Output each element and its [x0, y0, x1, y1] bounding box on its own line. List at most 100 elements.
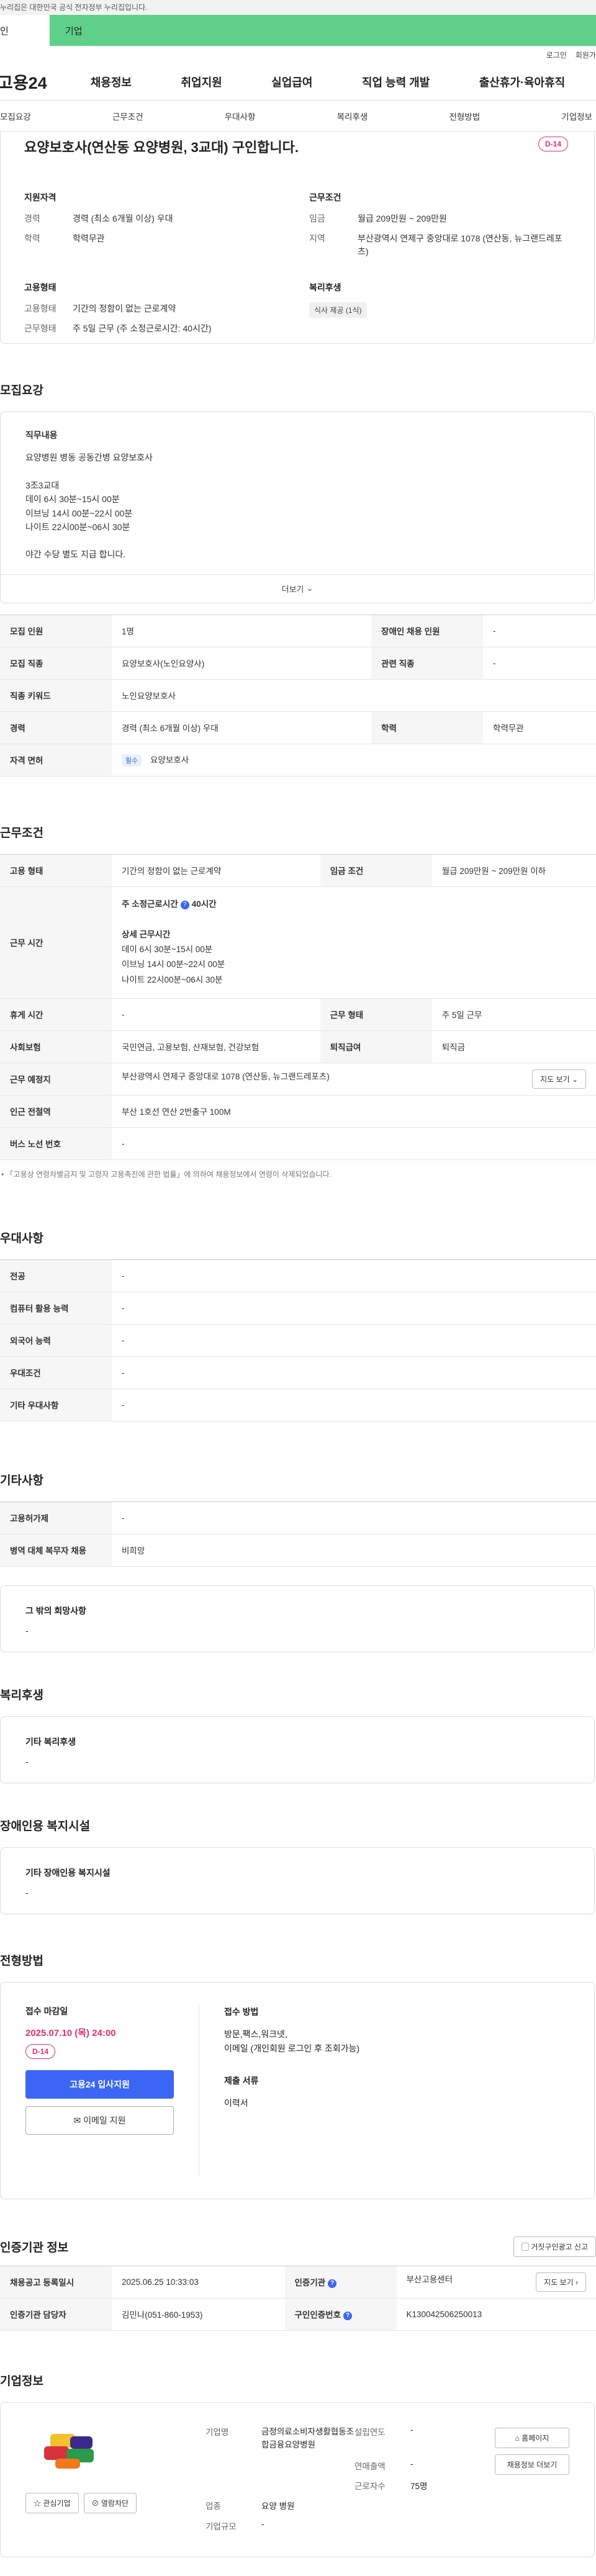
required-tag: 필수	[122, 754, 142, 767]
section-nav-apply[interactable]: 전형방법	[449, 110, 480, 122]
company-value: -	[261, 2519, 264, 2529]
more-jobs-button[interactable]: 채용정보 더보기	[495, 2454, 569, 2475]
table-row: 자격 면허 필수 요양보호사	[0, 744, 596, 777]
gnb-item-unemployment[interactable]: 실업급여	[271, 74, 312, 90]
tab-corporate[interactable]: 기업	[50, 15, 596, 46]
company-value: 요양 병원	[261, 2502, 295, 2511]
cond-value: 부산 1호선 연산 2번출구 100M	[112, 1095, 596, 1128]
more-button[interactable]: 더보기 ⌄	[1, 574, 594, 603]
map-button-label: 지도 보기	[540, 1074, 570, 1084]
deadline-value: 2025.07.10 (목) 24:00	[25, 2027, 116, 2038]
login-link[interactable]: 로그인	[546, 50, 567, 60]
cert-value: K130042506250013	[396, 2298, 596, 2331]
gnb-item-leave[interactable]: 출산휴가·육아휴직	[479, 74, 565, 90]
home-icon: ⌂	[515, 2433, 520, 2443]
etc-table: 고용허가제 - 병역 대체 복무자 채용 비희망	[0, 1501, 596, 1567]
welfare-tag: 식사 제공 (1식)	[309, 302, 367, 318]
table-row: 근무 시간 주 소정근로시간? 40시간 상세 근무시간 데이 6시 30분~15…	[0, 886, 596, 999]
mail-icon: ✉	[73, 2115, 81, 2125]
recruit-key: 관련 직종	[371, 647, 484, 680]
job-title: 요양보호사(연산동 요양병원, 3교대) 구인합니다.	[24, 140, 299, 155]
tab-corporate-label: 기업	[65, 25, 83, 37]
method-line: 방문,팩스,워크넷,	[224, 2029, 287, 2040]
weekly-hours-value: 40시간	[191, 899, 217, 909]
detail-hours-line: 나이트 22시00분~06시 30분	[122, 975, 223, 984]
cert-agency-cell: 지도 보기 › 부산고용센터	[396, 2265, 596, 2299]
recruit-value: 요양보호사(노인요양사)	[112, 647, 372, 680]
map-button[interactable]: 지도 보기 ⌄	[532, 1069, 586, 1089]
emp-value: 주 5일 근무 (주 소정근로시간: 40시간)	[73, 323, 212, 334]
info-icon[interactable]: ?	[328, 2279, 337, 2288]
table-row: 휴게 시간 - 근무 형태 주 5일 근무	[0, 998, 596, 1031]
duty-card: 직무내용 요양병원 병동 공동간병 요양보호사 3조3교대 데이 6시 30분~…	[0, 412, 595, 603]
cond-key: 사회보험	[0, 1030, 112, 1063]
company-info-grid: 기업명 금정의료소비자생활협동조합금융요양병원 설립연도 - 연매출액 - 근로…	[205, 2425, 485, 2532]
table-row: 병역 대체 복무자 채용 비희망	[0, 1534, 596, 1567]
agency-map-button[interactable]: 지도 보기 ›	[536, 2272, 586, 2292]
emp-value: 기간의 정함이 없는 근로계약	[73, 303, 176, 313]
homepage-button[interactable]: ⌂ 홈페이지	[495, 2427, 569, 2448]
section-nav-welfare[interactable]: 복리후생	[337, 110, 368, 122]
table-row: 모집 인원 1명 장애인 채용 인원 -	[0, 614, 596, 647]
cond-key: 근무 형태	[320, 998, 432, 1031]
cond-key: 휴게 시간	[0, 998, 112, 1031]
tab-personal[interactable]: 인	[0, 15, 50, 46]
cert-agency-value: 부산고용센터	[406, 2274, 453, 2284]
company-key: 기업규모	[205, 2521, 237, 2531]
interest-company-button[interactable]: ☆ 관심기업	[25, 2492, 79, 2513]
cond-key: 버스 노선 번호	[0, 1127, 112, 1160]
block-company-button[interactable]: ⊘ 열람차단	[83, 2492, 137, 2513]
detail-hours-line: 데이 6시 30분~15시 00분	[122, 945, 213, 955]
signup-link[interactable]: 회원가	[576, 50, 596, 60]
duty-line: 야간 수당 별도 지급 합니다.	[25, 549, 126, 560]
recruit-key: 장애인 채용 인원	[371, 614, 484, 647]
disabled-box-value: -	[25, 1887, 29, 1898]
block-icon: ⊘	[91, 2498, 99, 2508]
etc-wish-title: 그 밖의 희망사항	[25, 1605, 86, 1616]
duty-line: 나이트 22시00분~06시 30분	[25, 521, 130, 532]
chevron-down-icon: ⌄	[306, 583, 314, 593]
duty-line: 데이 6시 30분~15시 00분	[25, 494, 120, 505]
prefer-key: 기타 우대사항	[0, 1389, 112, 1421]
section-nav: 모집요강 근무조건 우대사항 복리후생 전형방법 기업정보	[0, 101, 596, 132]
email-apply-button[interactable]: ✉ 이메일 지원	[25, 2105, 174, 2135]
cert-table: 채용공고 등록일시 2025.06.25 10:33:03 인증기관? 지도 보…	[0, 2265, 596, 2331]
cert-jobno-label: 구인인증번호	[294, 2310, 341, 2320]
section-nav-recruit[interactable]: 모집요강	[0, 110, 31, 122]
online-apply-button[interactable]: 고용24 입사지원	[25, 2069, 174, 2099]
welfare-box-value: -	[25, 1756, 29, 1767]
table-row: 직종 키워드 노인요양보호사	[0, 679, 596, 712]
age-notice-text: 「고용상 연령차별금지 및 고령자 고용촉진에 관한 법률」에 의하여 채용정보…	[6, 1169, 332, 1179]
etc-value: -	[112, 1501, 596, 1534]
info-icon[interactable]: ?	[180, 900, 189, 909]
table-row: 모집 직종 요양보호사(노인요양사) 관련 직종 -	[0, 647, 596, 680]
section-nav-company[interactable]: 기업정보	[561, 110, 592, 122]
gnb-item-training[interactable]: 직업 능력 개발	[362, 74, 430, 90]
section-title-etc: 기타사항	[0, 1474, 43, 1487]
section-nav-conditions[interactable]: 근무조건	[112, 110, 143, 122]
site-logo[interactable]: 고용24	[0, 70, 72, 94]
document-icon: ▢	[521, 2242, 529, 2251]
gov-notice-text: 누리집은 대한민국 공식 전자정부 누리집입니다.	[0, 3, 148, 12]
work-key: 임금	[309, 214, 325, 223]
company-key: 연매출액	[354, 2462, 386, 2472]
emp-key: 고용형태	[24, 303, 56, 313]
table-row: 근무 예정지 지도 보기 ⌄ 부산광역시 연제구 중앙대로 1078 (연산동,…	[0, 1063, 596, 1096]
gnb-item-support[interactable]: 취업지원	[181, 74, 222, 90]
table-row: 고용 형태 기간의 정함이 없는 근로계약 임금 조건 월급 209만원 ~ 2…	[0, 853, 596, 887]
info-icon[interactable]: ?	[343, 2311, 353, 2320]
homepage-label: 홈페이지	[522, 2433, 549, 2443]
email-apply-label: 이메일 지원	[83, 2115, 126, 2125]
docs-value: 이력서	[224, 2098, 248, 2109]
chevron-down-icon: ⌄	[571, 1074, 578, 1084]
report-button[interactable]: ▢ 거짓구인광고 신고	[513, 2236, 596, 2257]
duty-line: 이브닝 14시 00분~22시 00분	[25, 508, 133, 518]
company-key: 업종	[205, 2502, 221, 2511]
summary-qual-title: 지원자격	[24, 192, 56, 202]
cert-header: 인증기관 정보 ▢ 거짓구인광고 신고	[0, 2236, 596, 2257]
prefer-key: 컴퓨터 활용 능력	[0, 1292, 112, 1325]
gnb-item-jobs[interactable]: 채용정보	[91, 74, 132, 90]
recruit-key: 학력	[371, 711, 484, 744]
section-nav-prefer[interactable]: 우대사항	[225, 110, 256, 122]
welfare-box: 기타 복리후생 -	[0, 1716, 595, 1783]
